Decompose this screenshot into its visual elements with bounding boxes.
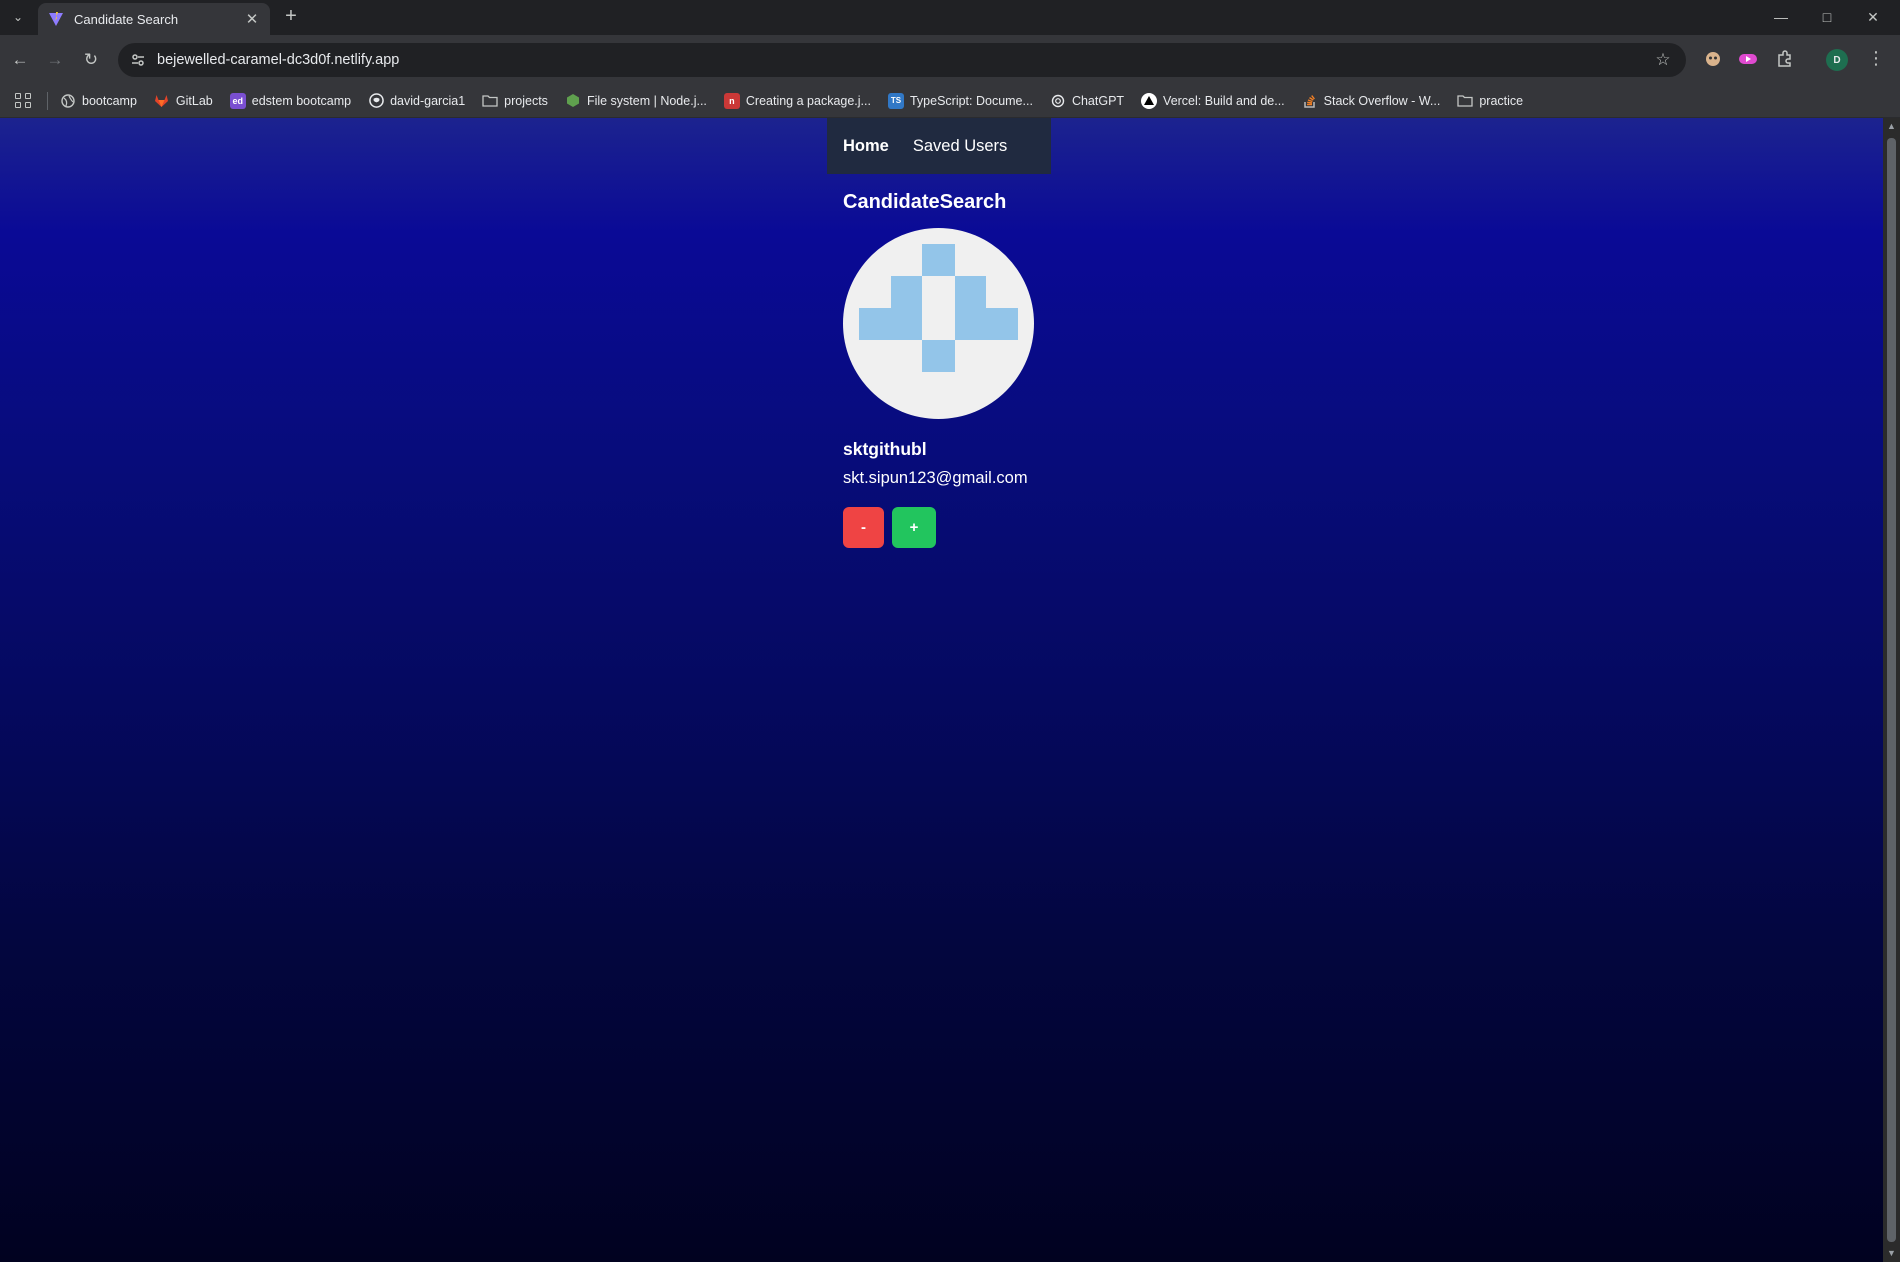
candidate-username: sktgithubl xyxy=(843,439,927,459)
apps-grid-icon[interactable] xyxy=(13,91,33,111)
bookmark-npm[interactable]: n Creating a package.j... xyxy=(723,92,871,109)
new-tab-button[interactable]: + xyxy=(280,6,302,28)
bookmark-typescript[interactable]: TS TypeScript: Docume... xyxy=(887,92,1033,109)
vertical-scrollbar[interactable]: ▲ ▼ xyxy=(1883,118,1900,1262)
close-tab-icon[interactable]: ✕ xyxy=(244,10,260,28)
address-bar[interactable]: bejewelled-caramel-dc3d0f.netlify.app ☆ xyxy=(118,43,1686,77)
identicon-block xyxy=(955,276,986,308)
back-arrow-icon[interactable]: ← xyxy=(7,47,33,73)
identicon-block xyxy=(922,244,955,276)
profile-avatar[interactable]: D xyxy=(1826,49,1848,71)
maximize-icon[interactable]: □ xyxy=(1804,0,1850,34)
bookmark-bootcamp[interactable]: bootcamp xyxy=(60,93,137,109)
bookmark-vercel[interactable]: Vercel: Build and de... xyxy=(1141,92,1285,109)
nav-link-saved-users[interactable]: Saved Users xyxy=(913,137,1007,156)
edstem-icon: ed xyxy=(229,92,246,109)
bookmark-star-icon[interactable]: ☆ xyxy=(1650,50,1676,70)
site-info-icon[interactable] xyxy=(127,49,149,71)
stackoverflow-icon xyxy=(1302,93,1318,109)
npm-icon: n xyxy=(723,92,740,109)
save-candidate-button[interactable]: + xyxy=(892,507,936,548)
candidate-main: CandidateSearch sktgithubl skt.sipun123@… xyxy=(843,191,1163,548)
browser-tabstrip: ⌄ Candidate Search ✕ + — □ ✕ xyxy=(0,0,1900,35)
browser-tab-active[interactable]: Candidate Search ✕ xyxy=(38,3,270,35)
bookmark-projects-folder[interactable]: projects xyxy=(482,93,548,109)
typescript-icon: TS xyxy=(887,92,904,109)
bookmark-github[interactable]: david-garcia1 xyxy=(368,93,465,109)
scrollbar-thumb[interactable] xyxy=(1887,138,1896,1242)
forward-arrow-icon[interactable]: → xyxy=(42,47,68,73)
bookmark-practice-folder[interactable]: practice xyxy=(1457,93,1523,109)
bookmarks-separator xyxy=(47,91,48,110)
gitlab-icon xyxy=(154,93,170,109)
extension-face-icon[interactable] xyxy=(1702,48,1724,70)
chatgpt-icon xyxy=(1050,93,1066,109)
tab-title: Candidate Search xyxy=(74,11,179,27)
page-title: CandidateSearch xyxy=(843,191,1007,213)
identicon-block xyxy=(891,276,922,308)
nav-link-home[interactable]: Home xyxy=(843,137,889,156)
bookmark-gitlab[interactable]: GitLab xyxy=(154,93,213,109)
reload-icon[interactable]: ↻ xyxy=(78,47,104,73)
bookmark-edstem[interactable]: ed edstem bootcamp xyxy=(229,92,351,109)
github-icon xyxy=(368,93,384,109)
close-window-icon[interactable]: ✕ xyxy=(1850,0,1896,34)
kebab-menu-icon[interactable]: ⋮ xyxy=(1866,48,1886,70)
folder-icon xyxy=(482,93,498,109)
candidate-email: skt.sipun123@gmail.com xyxy=(843,469,1028,487)
bookmark-nodejs[interactable]: File system | Node.j... xyxy=(565,93,707,109)
scroll-down-icon[interactable]: ▼ xyxy=(1883,1245,1900,1262)
identicon-block xyxy=(859,308,922,340)
bookmark-stackoverflow[interactable]: Stack Overflow - W... xyxy=(1302,93,1440,109)
browser-toolbar: ← → ↻ bejewelled-caramel-dc3d0f.netlify.… xyxy=(0,35,1900,84)
scroll-up-icon[interactable]: ▲ xyxy=(1883,118,1900,135)
extensions-puzzle-icon[interactable] xyxy=(1774,48,1796,70)
url-text: bejewelled-caramel-dc3d0f.netlify.app xyxy=(157,52,400,68)
vercel-icon xyxy=(1141,92,1158,109)
reject-candidate-button[interactable]: - xyxy=(843,507,884,548)
nodejs-icon xyxy=(565,93,581,109)
identicon-block xyxy=(922,340,955,372)
globe-icon xyxy=(60,93,76,109)
vite-favicon-icon xyxy=(48,11,64,27)
chevron-down-icon: ⌄ xyxy=(12,10,24,24)
folder-icon xyxy=(1457,93,1473,109)
bookmarks-bar: bootcamp GitLab ed edstem bootcamp david… xyxy=(0,84,1900,118)
identicon-block xyxy=(955,308,1018,340)
bookmark-chatgpt[interactable]: ChatGPT xyxy=(1050,93,1124,109)
page-viewport: Home Saved Users CandidateSearch sktgith… xyxy=(0,118,1883,1262)
extension-video-icon[interactable] xyxy=(1737,48,1759,70)
site-nav: Home Saved Users xyxy=(827,118,1051,174)
tab-search-button[interactable]: ⌄ xyxy=(6,6,30,28)
candidate-avatar xyxy=(843,228,1034,419)
candidate-actions: - + xyxy=(843,507,1163,548)
minimize-icon[interactable]: — xyxy=(1758,0,1804,34)
